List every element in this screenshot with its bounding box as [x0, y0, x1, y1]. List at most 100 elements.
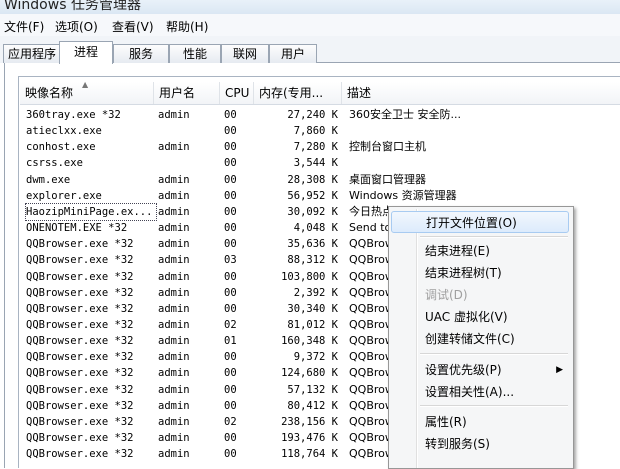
process-image-name: QQBrowser.exe *32 [26, 383, 134, 396]
menu-separator [420, 236, 568, 238]
tab-users[interactable]: 用户 [269, 44, 317, 63]
process-user-name: admin [158, 302, 190, 315]
process-user-name [158, 155, 218, 171]
process-cpu: 01 [224, 335, 237, 348]
process-user-name: admin [158, 238, 190, 251]
menu-uac-virtualization[interactable]: UAC 虚拟化(V) [391, 306, 569, 328]
menu-set-priority[interactable]: 设置优先级(P) ▶ [391, 359, 569, 381]
tab-networking[interactable]: 联网 [221, 44, 269, 63]
col-cpu[interactable]: CPU [220, 82, 254, 104]
menu-item-label: 创建转储文件(C) [425, 332, 515, 346]
process-image-name: HaozipMiniPage.ex... [25, 202, 157, 221]
process-memory: 28,308 K [287, 173, 338, 186]
process-user-name: admin [158, 383, 190, 396]
process-row[interactable]: conhost.exe admin 00 7,280 K 控制台窗口主机 [20, 139, 620, 155]
process-description [349, 155, 549, 171]
process-memory: 7,280 K [293, 141, 338, 154]
process-cpu: 00 [224, 125, 237, 138]
menu-item-label: 打开文件位置(O) [426, 216, 517, 230]
process-user-name: admin [158, 367, 190, 380]
column-header: 映像名称 ▲ 用户名 CPU 内存(专用... 描述 [20, 80, 620, 105]
process-cpu: 00 [224, 157, 237, 170]
menu-view[interactable]: 查看(V) [112, 18, 154, 35]
process-image-name: dwm.exe [26, 173, 71, 186]
process-memory: 88,312 K [287, 254, 338, 267]
process-image-name: explorer.exe [26, 189, 102, 202]
col-memory[interactable]: 内存(专用... [254, 82, 342, 104]
process-memory: 57,132 K [287, 383, 338, 396]
process-user-name: admin [158, 432, 190, 444]
process-row[interactable]: atieclxx.exe 00 7,860 K [20, 123, 620, 139]
process-row[interactable]: csrss.exe 00 3,544 K [20, 155, 620, 171]
menu-set-affinity[interactable]: 设置相关性(A)... [391, 381, 569, 403]
process-image-name: QQBrowser.exe *32 [26, 254, 134, 267]
menu-create-dump-file[interactable]: 创建转储文件(C) [391, 328, 569, 350]
process-image-name: QQBrowser.exe *32 [26, 318, 134, 331]
menu-options[interactable]: 选项(O) [55, 18, 98, 35]
process-image-name: atieclxx.exe [26, 125, 102, 138]
process-cpu: 03 [224, 254, 237, 267]
tab-performance[interactable]: 性能 [169, 44, 221, 63]
process-image-name: QQBrowser.exe *32 [26, 415, 134, 428]
process-cpu: 00 [224, 286, 237, 299]
process-cpu: 00 [224, 205, 237, 218]
process-user-name: admin [158, 222, 190, 235]
process-row[interactable]: dwm.exe admin 00 28,308 K 桌面窗口管理器 [20, 172, 620, 188]
process-image-name: QQBrowser.exe *32 [26, 399, 134, 412]
tab-services[interactable]: 服务 [113, 44, 169, 63]
process-description: 360安全卫士 安全防... [349, 108, 461, 121]
process-user-name: admin [158, 335, 190, 348]
col-user-name[interactable]: 用户名 [154, 82, 220, 104]
process-user-name: admin [158, 351, 190, 364]
menu-open-file-location[interactable]: 打开文件位置(O) [391, 211, 569, 233]
process-user-name: admin [158, 189, 190, 202]
process-cpu: 00 [224, 222, 237, 235]
process-row[interactable]: 360tray.exe *32 admin 00 27,240 K 360安全卫士 安全… [20, 107, 620, 123]
process-cpu: 00 [224, 399, 237, 412]
process-image-name: QQBrowser.exe *32 [26, 238, 134, 251]
process-image-name: conhost.exe [26, 141, 96, 154]
process-image-name: 360tray.exe *32 [26, 109, 121, 121]
menu-properties[interactable]: 属性(R) [391, 411, 569, 433]
menu-bar: 文件(F) 选项(O) 查看(V) 帮助(H) [0, 14, 620, 36]
menu-go-to-services[interactable]: 转到服务(S) [391, 433, 569, 455]
menu-item-label: UAC 虚拟化(V) [425, 310, 508, 324]
window-title: Windows 任务管理器 [4, 0, 141, 13]
process-cpu: 00 [224, 109, 237, 121]
process-cpu: 02 [224, 415, 237, 428]
process-image-name: csrss.exe [26, 157, 83, 170]
process-memory: 9,372 K [293, 351, 338, 364]
menu-item-label: 转到服务(S) [425, 437, 490, 451]
tab-applications[interactable]: 应用程序 [3, 44, 61, 63]
process-user-name: admin [158, 205, 190, 218]
menu-end-process-tree[interactable]: 结束进程树(T) [391, 262, 569, 284]
process-memory: 238,156 K [281, 415, 338, 428]
menu-file[interactable]: 文件(F) [4, 18, 44, 35]
process-memory: 193,476 K [281, 432, 338, 444]
process-description [349, 123, 549, 139]
menu-item-label: 结束进程(E) [425, 244, 490, 258]
process-image-name: QQBrowser.exe *32 [26, 335, 134, 348]
process-cpu: 00 [224, 367, 237, 380]
col-image-name[interactable]: 映像名称 ▲ [20, 80, 154, 104]
menu-help[interactable]: 帮助(H) [166, 18, 208, 35]
process-memory: 80,412 K [287, 399, 338, 412]
process-image-name: QQBrowser.exe *32 [26, 448, 134, 461]
process-cpu: 00 [224, 189, 237, 202]
process-memory: 30,340 K [287, 302, 338, 315]
menu-item-label: 设置相关性(A)... [425, 385, 515, 399]
process-memory: 124,680 K [281, 367, 338, 380]
col-description[interactable]: 描述 [342, 82, 492, 104]
process-image-name: QQBrowser.exe *32 [26, 302, 134, 315]
process-user-name [158, 123, 218, 139]
process-cpu: 00 [224, 141, 237, 154]
process-memory: 4,048 K [293, 222, 338, 235]
process-memory: 56,952 K [287, 189, 338, 202]
process-row[interactable]: explorer.exe admin 00 56,952 K Windows 资源管理器 [20, 188, 620, 204]
tab-processes[interactable]: 进程 [59, 41, 113, 64]
process-memory: 27,240 K [287, 109, 338, 121]
process-memory: 7,860 K [293, 125, 338, 138]
process-cpu: 00 [224, 383, 237, 396]
process-cpu: 00 [224, 448, 237, 461]
menu-end-process[interactable]: 结束进程(E) [391, 240, 569, 262]
